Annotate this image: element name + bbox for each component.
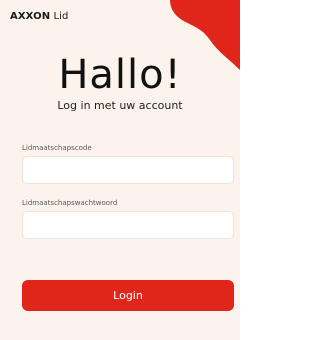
membership-password-input[interactable] — [22, 211, 234, 239]
brand-suffix: Lid — [50, 11, 69, 22]
membership-code-label: Lidmaatschapscode — [22, 144, 92, 152]
greeting-title: Hallo! — [58, 52, 182, 98]
membership-password-label: Lidmaatschapswachtwoord — [22, 199, 118, 207]
membership-code-input[interactable] — [22, 156, 234, 184]
brand-name: AXXON — [10, 11, 51, 22]
app-brand: AXXON Lid — [10, 11, 68, 22]
greeting-subtitle: Log in met uw account — [57, 99, 183, 112]
login-screen: AXXON Lid Hallo! Log in met uw account L… — [0, 0, 240, 340]
login-button[interactable]: Login — [22, 280, 234, 311]
